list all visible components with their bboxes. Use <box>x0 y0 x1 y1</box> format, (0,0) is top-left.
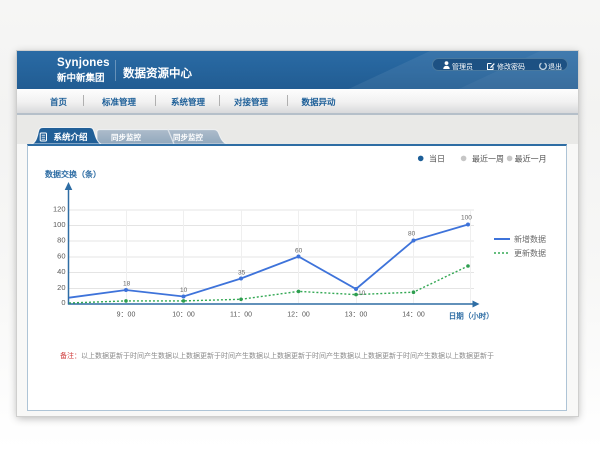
svg-text:35: 35 <box>238 270 246 277</box>
svg-text:100: 100 <box>53 220 66 229</box>
svg-text:40: 40 <box>57 267 65 276</box>
svg-text:10: 10 <box>180 287 188 294</box>
svg-text:数据交换（条）: 数据交换（条） <box>45 169 101 179</box>
svg-text:60: 60 <box>295 248 303 255</box>
svg-text:当日: 当日 <box>429 153 445 163</box>
svg-text:12：00: 12：00 <box>287 312 310 319</box>
svg-text:80: 80 <box>408 231 416 238</box>
svg-text:0: 0 <box>61 298 65 307</box>
svg-text:100: 100 <box>461 215 472 222</box>
svg-text:同步监控: 同步监控 <box>111 132 141 142</box>
svg-text:80: 80 <box>57 236 65 245</box>
svg-text:20: 20 <box>57 283 65 292</box>
svg-text:日期（小时）: 日期（小时） <box>449 311 494 321</box>
svg-text:60: 60 <box>57 252 65 261</box>
svg-text:新增数据: 新增数据 <box>514 234 546 244</box>
svg-text:最近一周: 最近一周 <box>472 153 504 163</box>
svg-text:10：00: 10：00 <box>172 312 195 319</box>
svg-text:14：00: 14：00 <box>402 312 425 319</box>
svg-text:最近一月: 最近一月 <box>515 153 547 163</box>
svg-text:11：00: 11：00 <box>230 312 252 319</box>
svg-text:9：00: 9：00 <box>117 312 136 319</box>
svg-text:120: 120 <box>53 205 66 214</box>
svg-text:13：00: 13：00 <box>345 312 368 319</box>
svg-text:10: 10 <box>358 290 366 297</box>
svg-text:同步监控: 同步监控 <box>173 132 203 142</box>
svg-text:更新数据: 更新数据 <box>514 248 546 258</box>
svg-text:系统介绍: 系统介绍 <box>54 132 89 142</box>
svg-text:18: 18 <box>123 281 131 288</box>
